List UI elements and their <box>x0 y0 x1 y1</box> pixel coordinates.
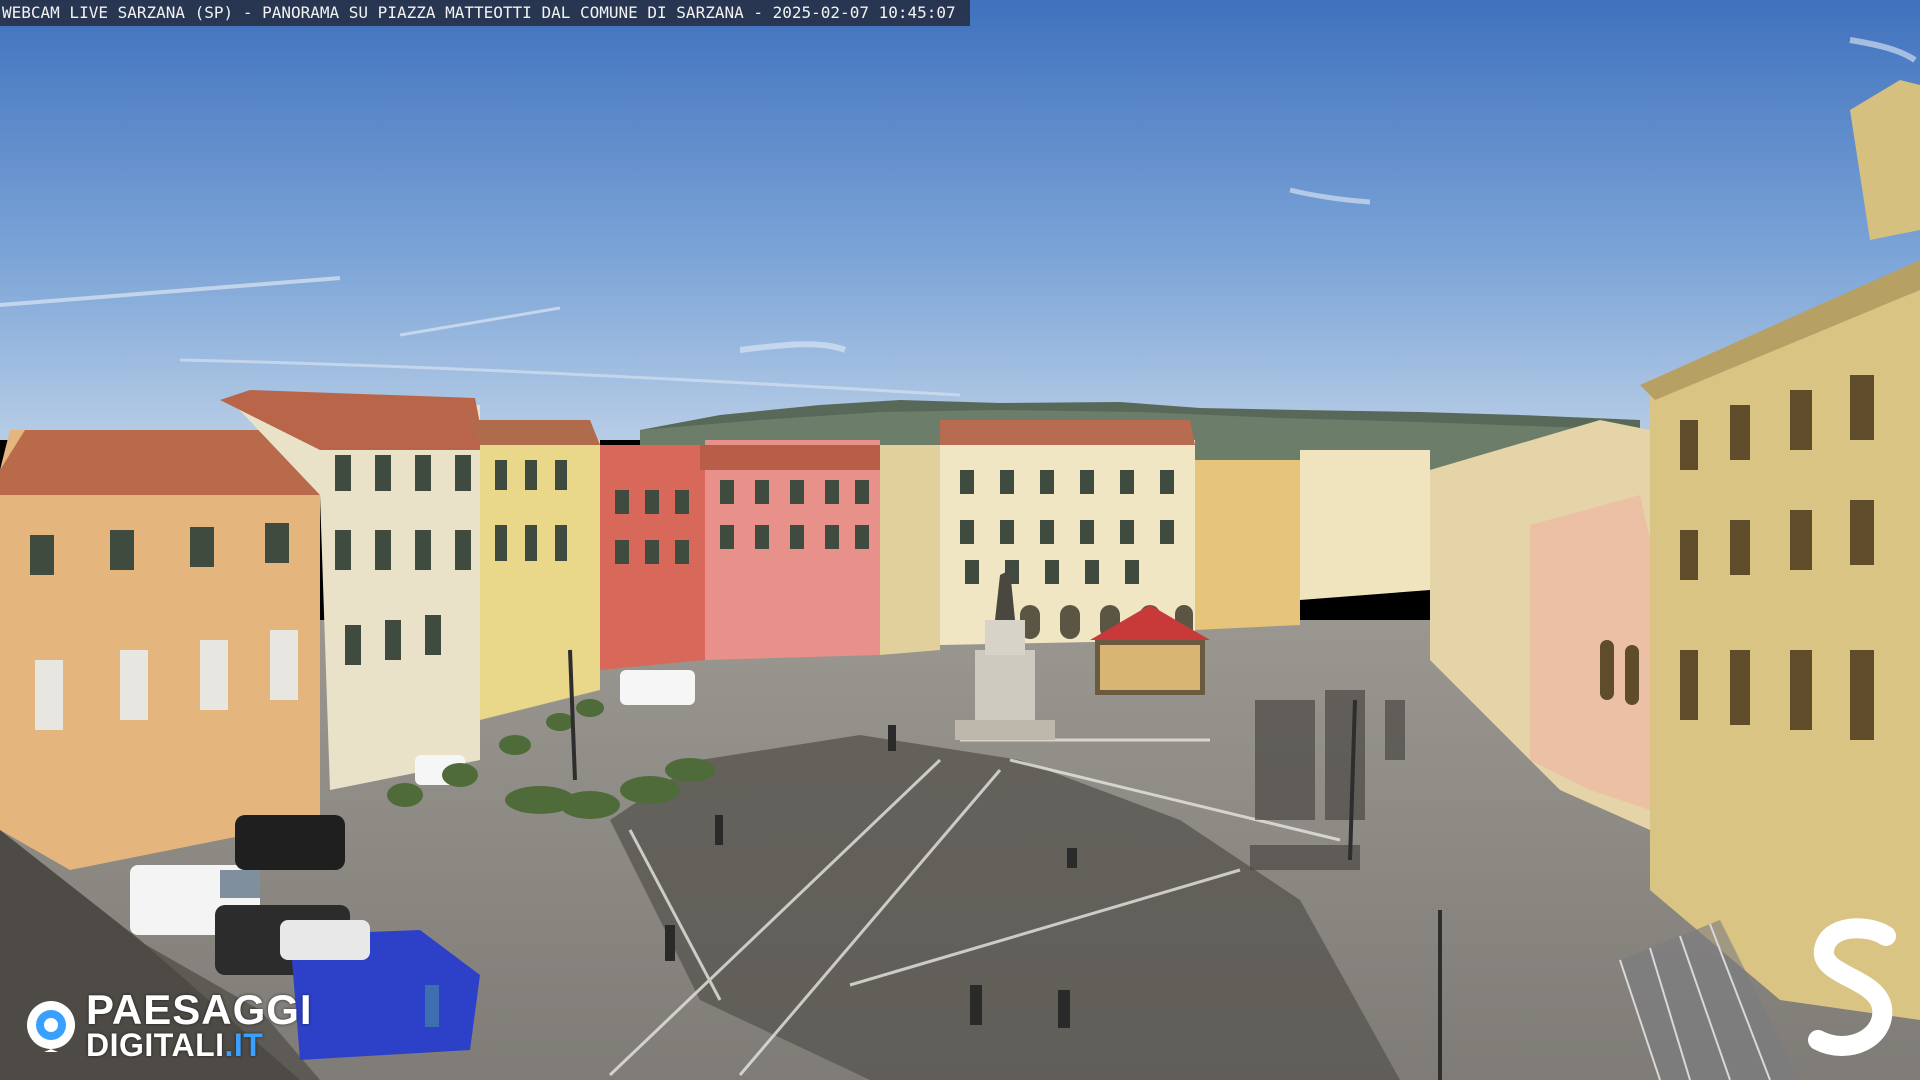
eye-icon <box>27 1001 75 1052</box>
logo-brand-suffix: .IT <box>224 1027 264 1063</box>
sky <box>0 0 1920 440</box>
logo-text: PAESAGGI DIGITALI.IT <box>86 986 313 1062</box>
logo-brand-line2: DIGITALI.IT <box>86 1029 313 1061</box>
s-logo-icon <box>1808 918 1896 1056</box>
webcam-frame: WEBCAM LIVE SARZANA (SP) - PANORAMA SU P… <box>0 0 1920 1080</box>
paesaggi-digitali-logo: PAESAGGI DIGITALI.IT <box>24 986 313 1062</box>
piazza-scene <box>0 0 1920 1080</box>
webcam-title-overlay: WEBCAM LIVE SARZANA (SP) - PANORAMA SU P… <box>0 0 970 26</box>
logo-brand-line1: PAESAGGI <box>86 986 313 1033</box>
logo-brand-line2-main: DIGITALI <box>86 1027 225 1063</box>
